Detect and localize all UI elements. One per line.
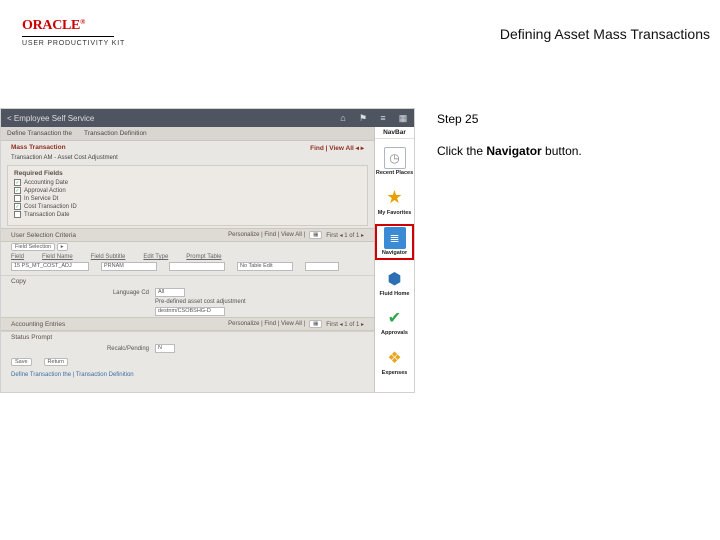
instruction-panel: Step 25 Click the Navigator button. <box>415 108 720 393</box>
nav-expenses-label: Expenses <box>382 371 408 377</box>
language-input[interactable]: All <box>155 288 185 297</box>
app-topbar: < Employee Self Service ⌂ ⚑ ≡ ▦ <box>1 109 414 127</box>
status-prompt-title: Status Prompt <box>1 331 374 343</box>
nav-navigator[interactable]: ≣ Navigator <box>375 224 414 260</box>
instruction-line-a: Click the <box>437 144 486 158</box>
accounting-controls[interactable]: Personalize | Find | View All | ▦ First … <box>228 320 364 328</box>
dest-input[interactable]: destnm/CSOBSHG-D <box>155 307 225 316</box>
nav-recent-places-label: Recent Places <box>376 171 413 177</box>
home-icon[interactable]: ⌂ <box>338 113 348 123</box>
return-button[interactable]: Return <box>44 358 69 366</box>
page-title: Defining Asset Mass Transactions <box>500 26 710 42</box>
nav-my-favorites[interactable]: ★ My Favorites <box>375 185 414 219</box>
nav-approvals-label: Approvals <box>381 331 408 337</box>
nav-navigator-label: Navigator <box>382 251 407 257</box>
step-number: Step 25 <box>437 112 710 126</box>
kv-language: Language CdAll <box>1 287 374 298</box>
row-prompt-input[interactable] <box>305 262 339 271</box>
save-button[interactable]: Save <box>11 358 32 366</box>
chk-transaction-date[interactable]: Transaction Date <box>14 211 361 218</box>
kv-dest: destnm/CSOBSHG-D <box>1 306 374 317</box>
status-input[interactable]: N <box>155 344 175 353</box>
navbar-title: NavBar <box>375 127 414 139</box>
footer-links[interactable]: Define Transaction the | Transaction Def… <box>1 370 374 380</box>
tab-more[interactable]: ▸ <box>57 243 68 251</box>
nav-recent-places[interactable]: ◷ Recent Places <box>375 145 414 179</box>
menu-icon[interactable]: ≡ <box>378 113 388 123</box>
selection-criteria-title: User Selection Criteria <box>11 232 76 239</box>
instruction-line-c: button. <box>542 144 582 158</box>
find-viewall[interactable]: Find | View All ◂ ▸ <box>310 144 364 152</box>
kv-desc: Pre-defined asset cost adjustment <box>1 298 374 306</box>
nav-fluid-home[interactable]: ⬢ Fluid Home <box>375 266 414 300</box>
nav-expenses[interactable]: ❖ Expenses <box>375 345 414 379</box>
chk-accounting-date[interactable]: ✓Accounting Date <box>14 179 361 186</box>
nav-fluid-home-label: Fluid Home <box>380 292 410 298</box>
transaction-label: Transaction AM - Asset Cost Adjustment <box>1 155 374 163</box>
instruction-navigator-word: Navigator <box>486 144 541 158</box>
row-subtitle-input[interactable] <box>169 262 225 271</box>
back-link[interactable]: < Employee Self Service <box>7 114 94 123</box>
form-content: Mass Transaction Find | View All ◂ ▸ Tra… <box>1 141 374 392</box>
section-mass-transaction: Mass Transaction <box>11 144 66 152</box>
col-prompttable: Prompt Table <box>186 254 221 260</box>
grid-header: Field Field Name Field Subtitle Edit Typ… <box>1 252 374 262</box>
selection-criteria-bar: User Selection Criteria Personalize | Fi… <box>1 228 374 242</box>
logo-subtitle: USER PRODUCTIVITY KIT <box>22 40 125 47</box>
kv-status: Recalc/PendingN <box>1 343 374 354</box>
nav-approvals[interactable]: ✔ Approvals <box>375 305 414 339</box>
document-icon: ≣ <box>384 227 406 249</box>
trademark-icon: ® <box>80 18 85 26</box>
row-field-input[interactable]: 15 PS_MT_COST_ADJ <box>11 262 89 271</box>
star-icon: ★ <box>384 187 406 209</box>
col-fieldsubtitle: Field Subtitle <box>91 254 126 260</box>
brand-block: ORACLE® USER PRODUCTIVITY KIT <box>22 18 125 47</box>
app-screenshot: < Employee Self Service ⌂ ⚑ ≡ ▦ Define T… <box>0 108 415 393</box>
selection-controls[interactable]: Personalize | Find | View All | ▦ First … <box>228 231 364 239</box>
logo-divider <box>22 36 114 37</box>
tab-field-selection[interactable]: Field Selection <box>11 243 55 251</box>
flag-icon[interactable]: ⚑ <box>358 113 368 123</box>
instruction-text: Click the Navigator button. <box>437 144 710 158</box>
row-fieldname-input[interactable]: PRNAM <box>101 262 157 271</box>
tab-define[interactable]: Define Transaction the <box>7 130 72 137</box>
accounting-entries-title: Accounting Entries <box>11 321 65 328</box>
row-edittype-input[interactable]: No Table Edit <box>237 262 293 271</box>
copy-section: Copy <box>1 275 374 287</box>
nav-my-favorites-label: My Favorites <box>378 211 412 217</box>
grid-icon[interactable]: ▦ <box>398 113 408 123</box>
grid-row: 15 PS_MT_COST_ADJ PRNAM No Table Edit <box>1 262 374 275</box>
accounting-entries-bar: Accounting Entries Personalize | Find | … <box>1 317 374 331</box>
oracle-logo-text: ORACLE <box>22 18 80 33</box>
required-fields-title: Required Fields <box>14 170 361 177</box>
tab-definition[interactable]: Transaction Definition <box>84 130 147 137</box>
chk-cost-transaction-id[interactable]: ✓Cost Transaction ID <box>14 203 361 210</box>
chk-in-service-dt[interactable]: In Service Dt <box>14 195 361 202</box>
col-edittype: Edit Type <box>143 254 168 260</box>
approvals-icon: ✔ <box>384 307 406 329</box>
fluid-home-icon: ⬢ <box>384 268 406 290</box>
breadcrumb-bar: Define Transaction the Transaction Defin… <box>1 127 414 141</box>
required-fields-panel: Required Fields ✓Accounting Date ✓Approv… <box>7 165 368 226</box>
navbar-panel: NavBar ◷ Recent Places ★ My Favorites ≣ … <box>374 127 414 392</box>
chk-approval-action[interactable]: ✓Approval Action <box>14 187 361 194</box>
expenses-icon: ❖ <box>384 347 406 369</box>
oracle-logo: ORACLE® <box>22 18 85 34</box>
clock-icon: ◷ <box>384 147 406 169</box>
col-field: Field <box>11 254 24 260</box>
col-fieldname: Field Name <box>42 254 73 260</box>
